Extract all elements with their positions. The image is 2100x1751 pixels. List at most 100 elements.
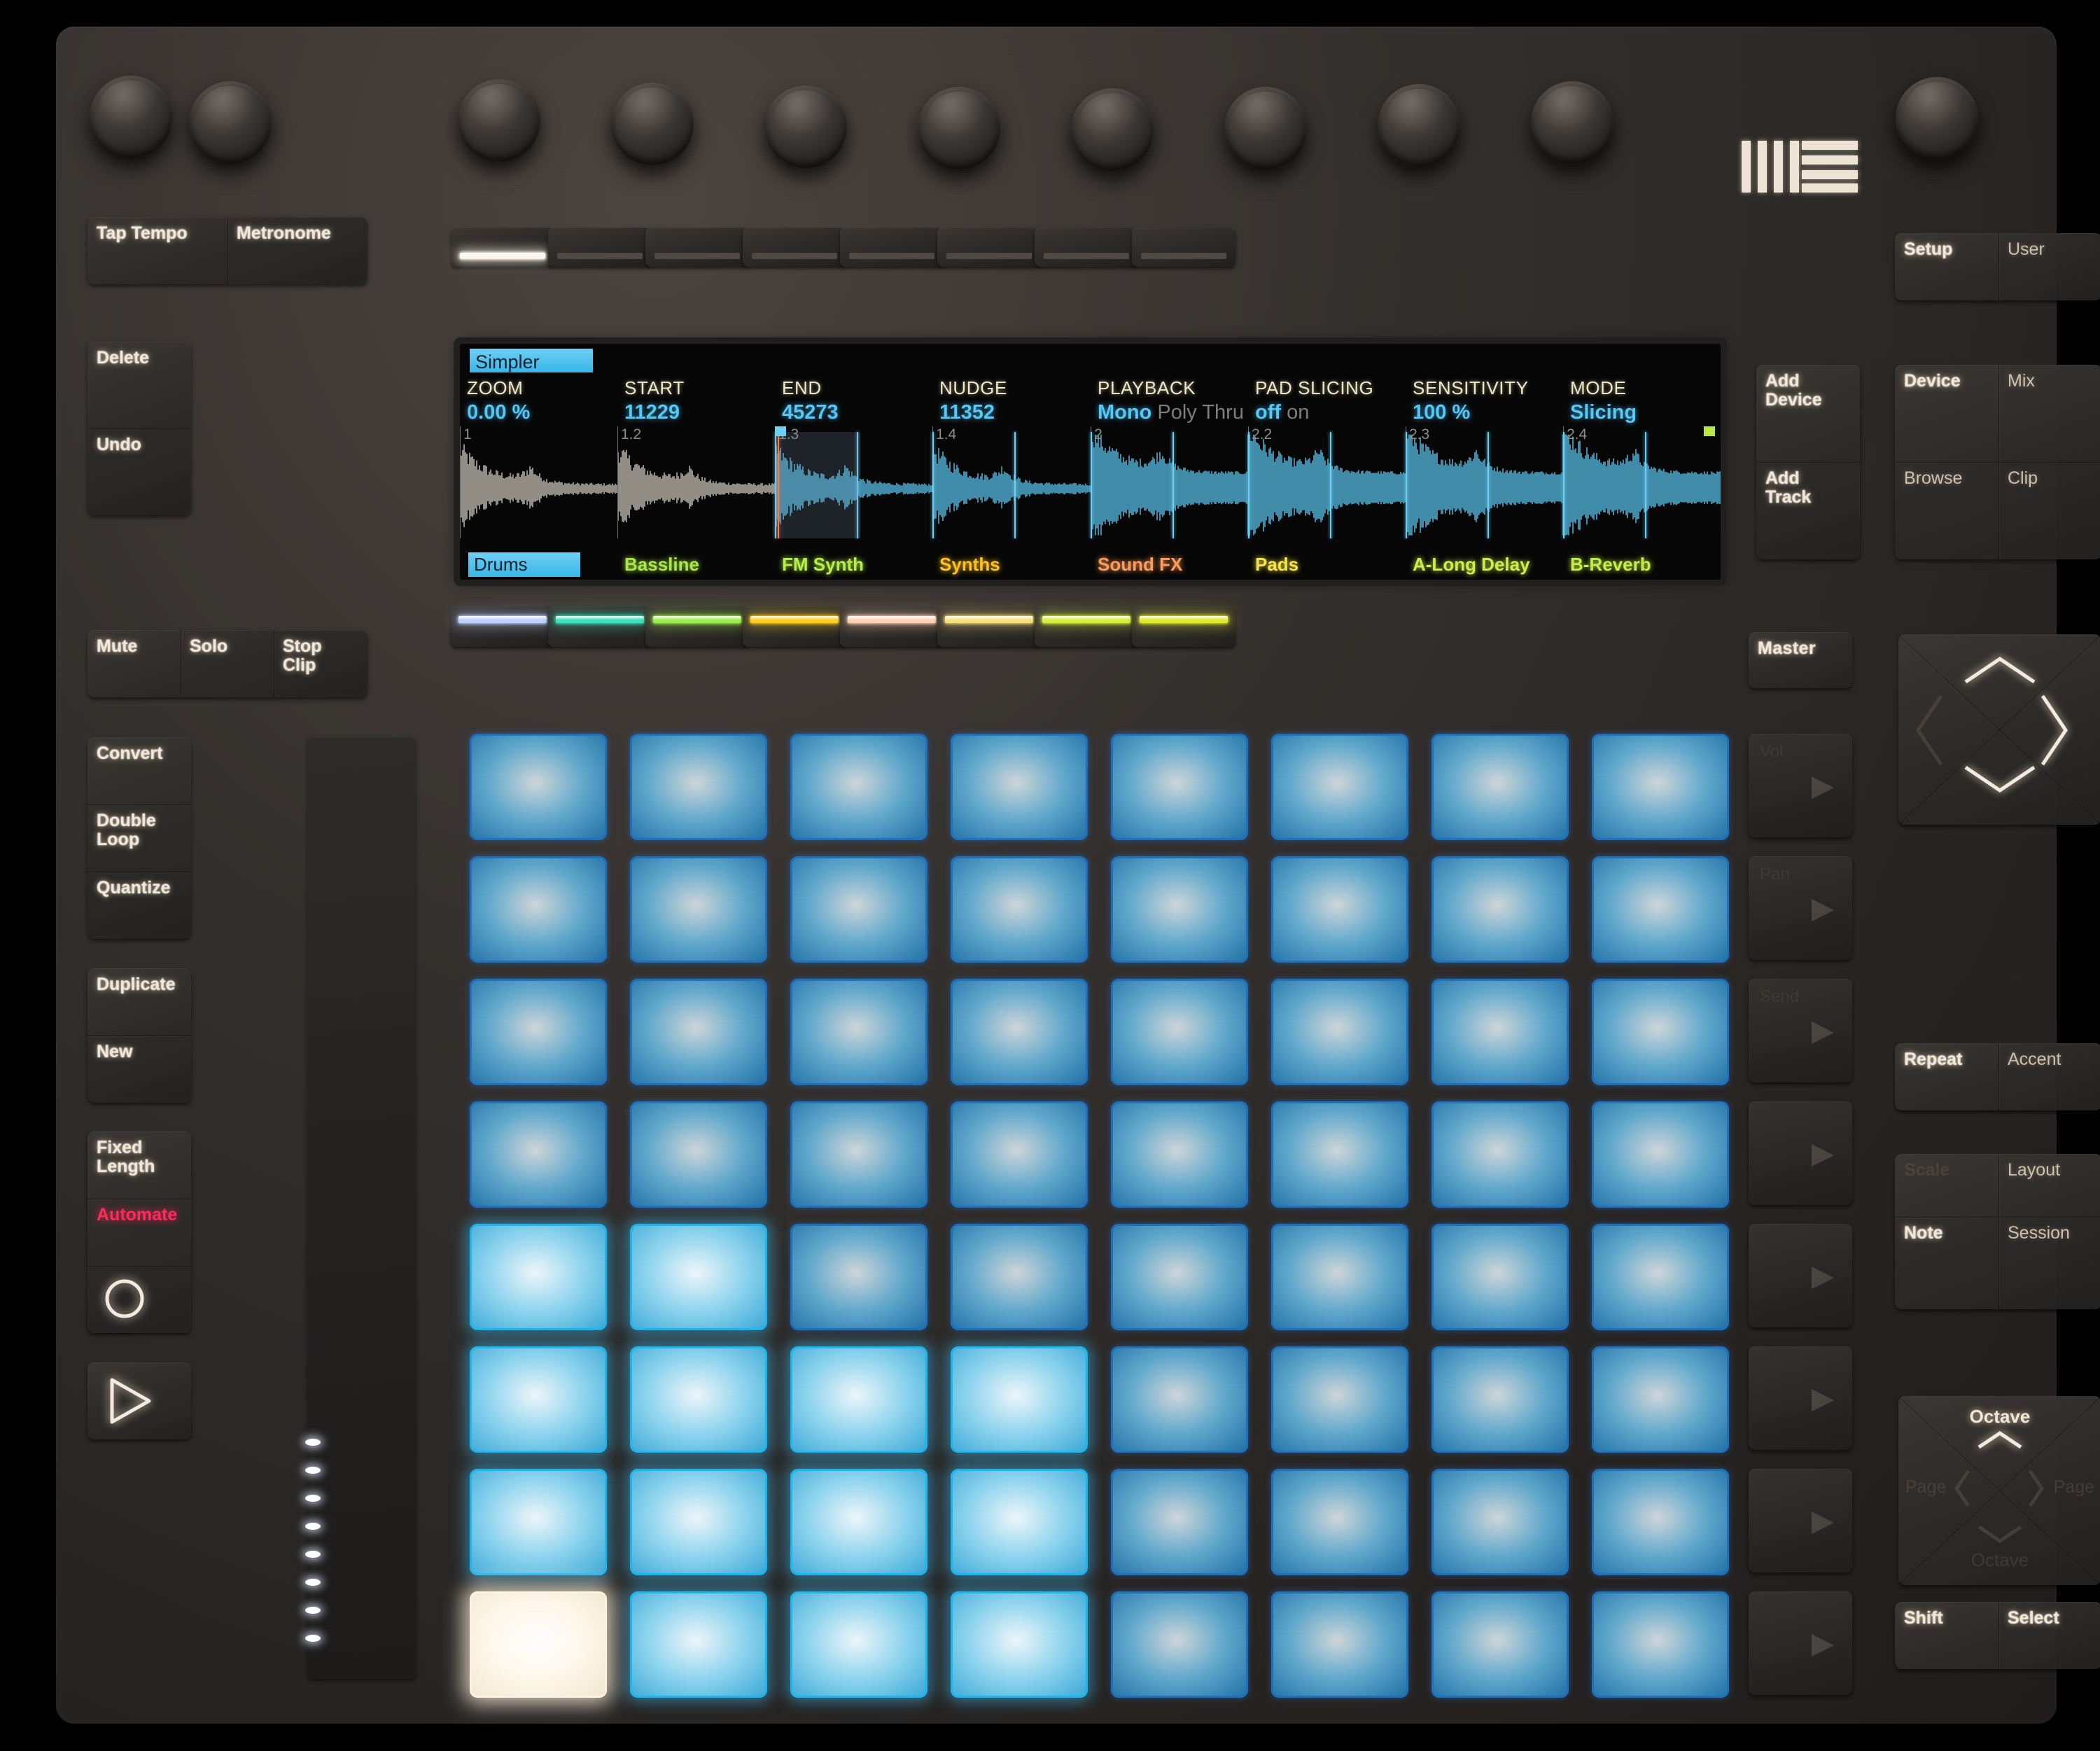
double-loop-button[interactable]: Double Loop [88, 804, 191, 872]
pad-r4-c6[interactable] [1271, 1101, 1408, 1208]
pad-r4-c2[interactable] [630, 1101, 767, 1208]
pad-r7-c7[interactable] [1432, 1469, 1569, 1575]
pad-r3-c1[interactable] [470, 979, 607, 1085]
scene-launch-button-8[interactable]: ▶ [1749, 1591, 1852, 1695]
add-track-button[interactable]: Add Track [1756, 462, 1860, 559]
pad-r1-c3[interactable] [790, 734, 927, 840]
chevron-down-icon[interactable] [1975, 1523, 2024, 1544]
tap-tempo-button[interactable]: Tap Tempo [88, 217, 227, 284]
scene-launch-button-6[interactable]: ▶ [1749, 1346, 1852, 1450]
nav-right-button[interactable] [2038, 692, 2071, 769]
pad-r1-c5[interactable] [1111, 734, 1248, 840]
pad-r2-c3[interactable] [790, 856, 927, 963]
knob-param-3[interactable] [764, 85, 847, 168]
pad-r5-c8[interactable] [1592, 1224, 1729, 1330]
display-param-value-6[interactable]: off on [1255, 401, 1309, 424]
pad-r1-c6[interactable] [1271, 734, 1408, 840]
browse-mode-button[interactable]: Browse [1895, 462, 1998, 559]
pad-r6-c6[interactable] [1271, 1346, 1408, 1453]
display-track-name-6[interactable]: Pads [1255, 554, 1298, 575]
track-select-button-2[interactable] [548, 606, 652, 647]
pad-r2-c4[interactable] [951, 856, 1088, 963]
pad-r3-c3[interactable] [790, 979, 927, 1085]
display-track-name-1[interactable]: Drums [467, 551, 582, 578]
track-select-button-8[interactable] [1132, 606, 1236, 647]
knob-param-2[interactable] [611, 83, 694, 165]
pad-r1-c4[interactable] [951, 734, 1088, 840]
pad-r1-c7[interactable] [1432, 734, 1569, 840]
delete-button[interactable]: Delete [88, 342, 191, 428]
display-param-value-5[interactable]: Mono Poly Thru [1098, 401, 1244, 424]
accent-button[interactable]: Accent [1998, 1043, 2100, 1110]
display-top-button-5[interactable] [840, 228, 944, 267]
display-track-name-5[interactable]: Sound FX [1098, 554, 1182, 575]
pad-r5-c4[interactable] [951, 1224, 1088, 1330]
pad-r4-c3[interactable] [790, 1101, 927, 1208]
knob-param-7[interactable] [1378, 84, 1460, 167]
pad-r7-c4[interactable] [951, 1469, 1088, 1575]
pad-r5-c2[interactable] [630, 1224, 767, 1330]
track-select-button-4[interactable] [743, 606, 846, 647]
pad-r2-c1[interactable] [470, 856, 607, 963]
user-button[interactable]: User [1998, 233, 2100, 300]
pad-r3-c2[interactable] [630, 979, 767, 1085]
knob-param-1[interactable] [458, 79, 540, 162]
scale-button[interactable]: Scale [1895, 1154, 1998, 1217]
pad-r2-c8[interactable] [1592, 856, 1729, 963]
knob-param-5[interactable] [1071, 88, 1154, 171]
pad-r4-c5[interactable] [1111, 1101, 1248, 1208]
display-top-button-6[interactable] [937, 228, 1041, 267]
pad-r3-c5[interactable] [1111, 979, 1248, 1085]
track-select-button-6[interactable] [937, 606, 1041, 647]
pad-r6-c2[interactable] [630, 1346, 767, 1453]
select-button[interactable]: Select [1998, 1602, 2100, 1669]
display-param-value-4[interactable]: 11352 [939, 401, 995, 424]
mute-button[interactable]: Mute [88, 630, 181, 697]
pad-r4-c7[interactable] [1432, 1101, 1569, 1208]
pad-r1-c2[interactable] [630, 734, 767, 840]
clip-mode-button[interactable]: Clip [1998, 462, 2100, 559]
knob-tempo[interactable] [90, 76, 172, 158]
pad-r2-c6[interactable] [1271, 856, 1408, 963]
pad-r6-c5[interactable] [1111, 1346, 1248, 1453]
pad-r7-c5[interactable] [1111, 1469, 1248, 1575]
chevron-right-icon[interactable] [2026, 1467, 2045, 1509]
master-button[interactable]: Master [1749, 632, 1852, 688]
knob-master-volume[interactable] [1896, 77, 1978, 160]
pad-r8-c5[interactable] [1111, 1591, 1248, 1698]
pad-r1-c8[interactable] [1592, 734, 1729, 840]
pad-r7-c8[interactable] [1592, 1469, 1729, 1575]
quantize-button[interactable]: Quantize [88, 872, 191, 939]
pad-r7-c1[interactable] [470, 1469, 607, 1575]
scene-launch-button-4[interactable]: ▶ [1749, 1101, 1852, 1205]
knob-param-6[interactable] [1224, 87, 1307, 169]
pad-r6-c8[interactable] [1592, 1346, 1729, 1453]
display-device-tab[interactable]: Simpler [468, 347, 594, 374]
display-param-value-7[interactable]: 100 % [1413, 401, 1470, 424]
pad-r5-c3[interactable] [790, 1224, 927, 1330]
pad-r8-c7[interactable] [1432, 1591, 1569, 1698]
knob-param-8[interactable] [1531, 81, 1614, 164]
pad-r2-c7[interactable] [1432, 856, 1569, 963]
display-track-name-2[interactable]: Bassline [624, 554, 699, 575]
pad-r2-c5[interactable] [1111, 856, 1248, 963]
shift-button[interactable]: Shift [1895, 1602, 1998, 1669]
metronome-button[interactable]: Metronome [227, 217, 368, 284]
pad-r8-c8[interactable] [1592, 1591, 1729, 1698]
pad-r3-c8[interactable] [1592, 979, 1729, 1085]
display-top-button-7[interactable] [1035, 228, 1138, 267]
knob-swing[interactable] [189, 81, 272, 164]
display-param-value-3[interactable]: 45273 [782, 401, 839, 424]
automate-button[interactable]: Automate [88, 1199, 191, 1266]
pad-r6-c4[interactable] [951, 1346, 1088, 1453]
pad-r7-c6[interactable] [1271, 1469, 1408, 1575]
octave-page-pad[interactable]: Octave Page Page Octave [1898, 1396, 2100, 1585]
pad-r5-c7[interactable] [1432, 1224, 1569, 1330]
pad-r7-c3[interactable] [790, 1469, 927, 1575]
scene-launch-button-3[interactable]: Send ▶ [1749, 979, 1852, 1082]
display-top-button-3[interactable] [645, 228, 749, 267]
display-top-button-2[interactable] [548, 228, 652, 267]
pad-r3-c7[interactable] [1432, 979, 1569, 1085]
scene-launch-button-2[interactable]: Pan ▶ [1749, 856, 1852, 960]
nav-down-button[interactable] [1961, 763, 2038, 795]
